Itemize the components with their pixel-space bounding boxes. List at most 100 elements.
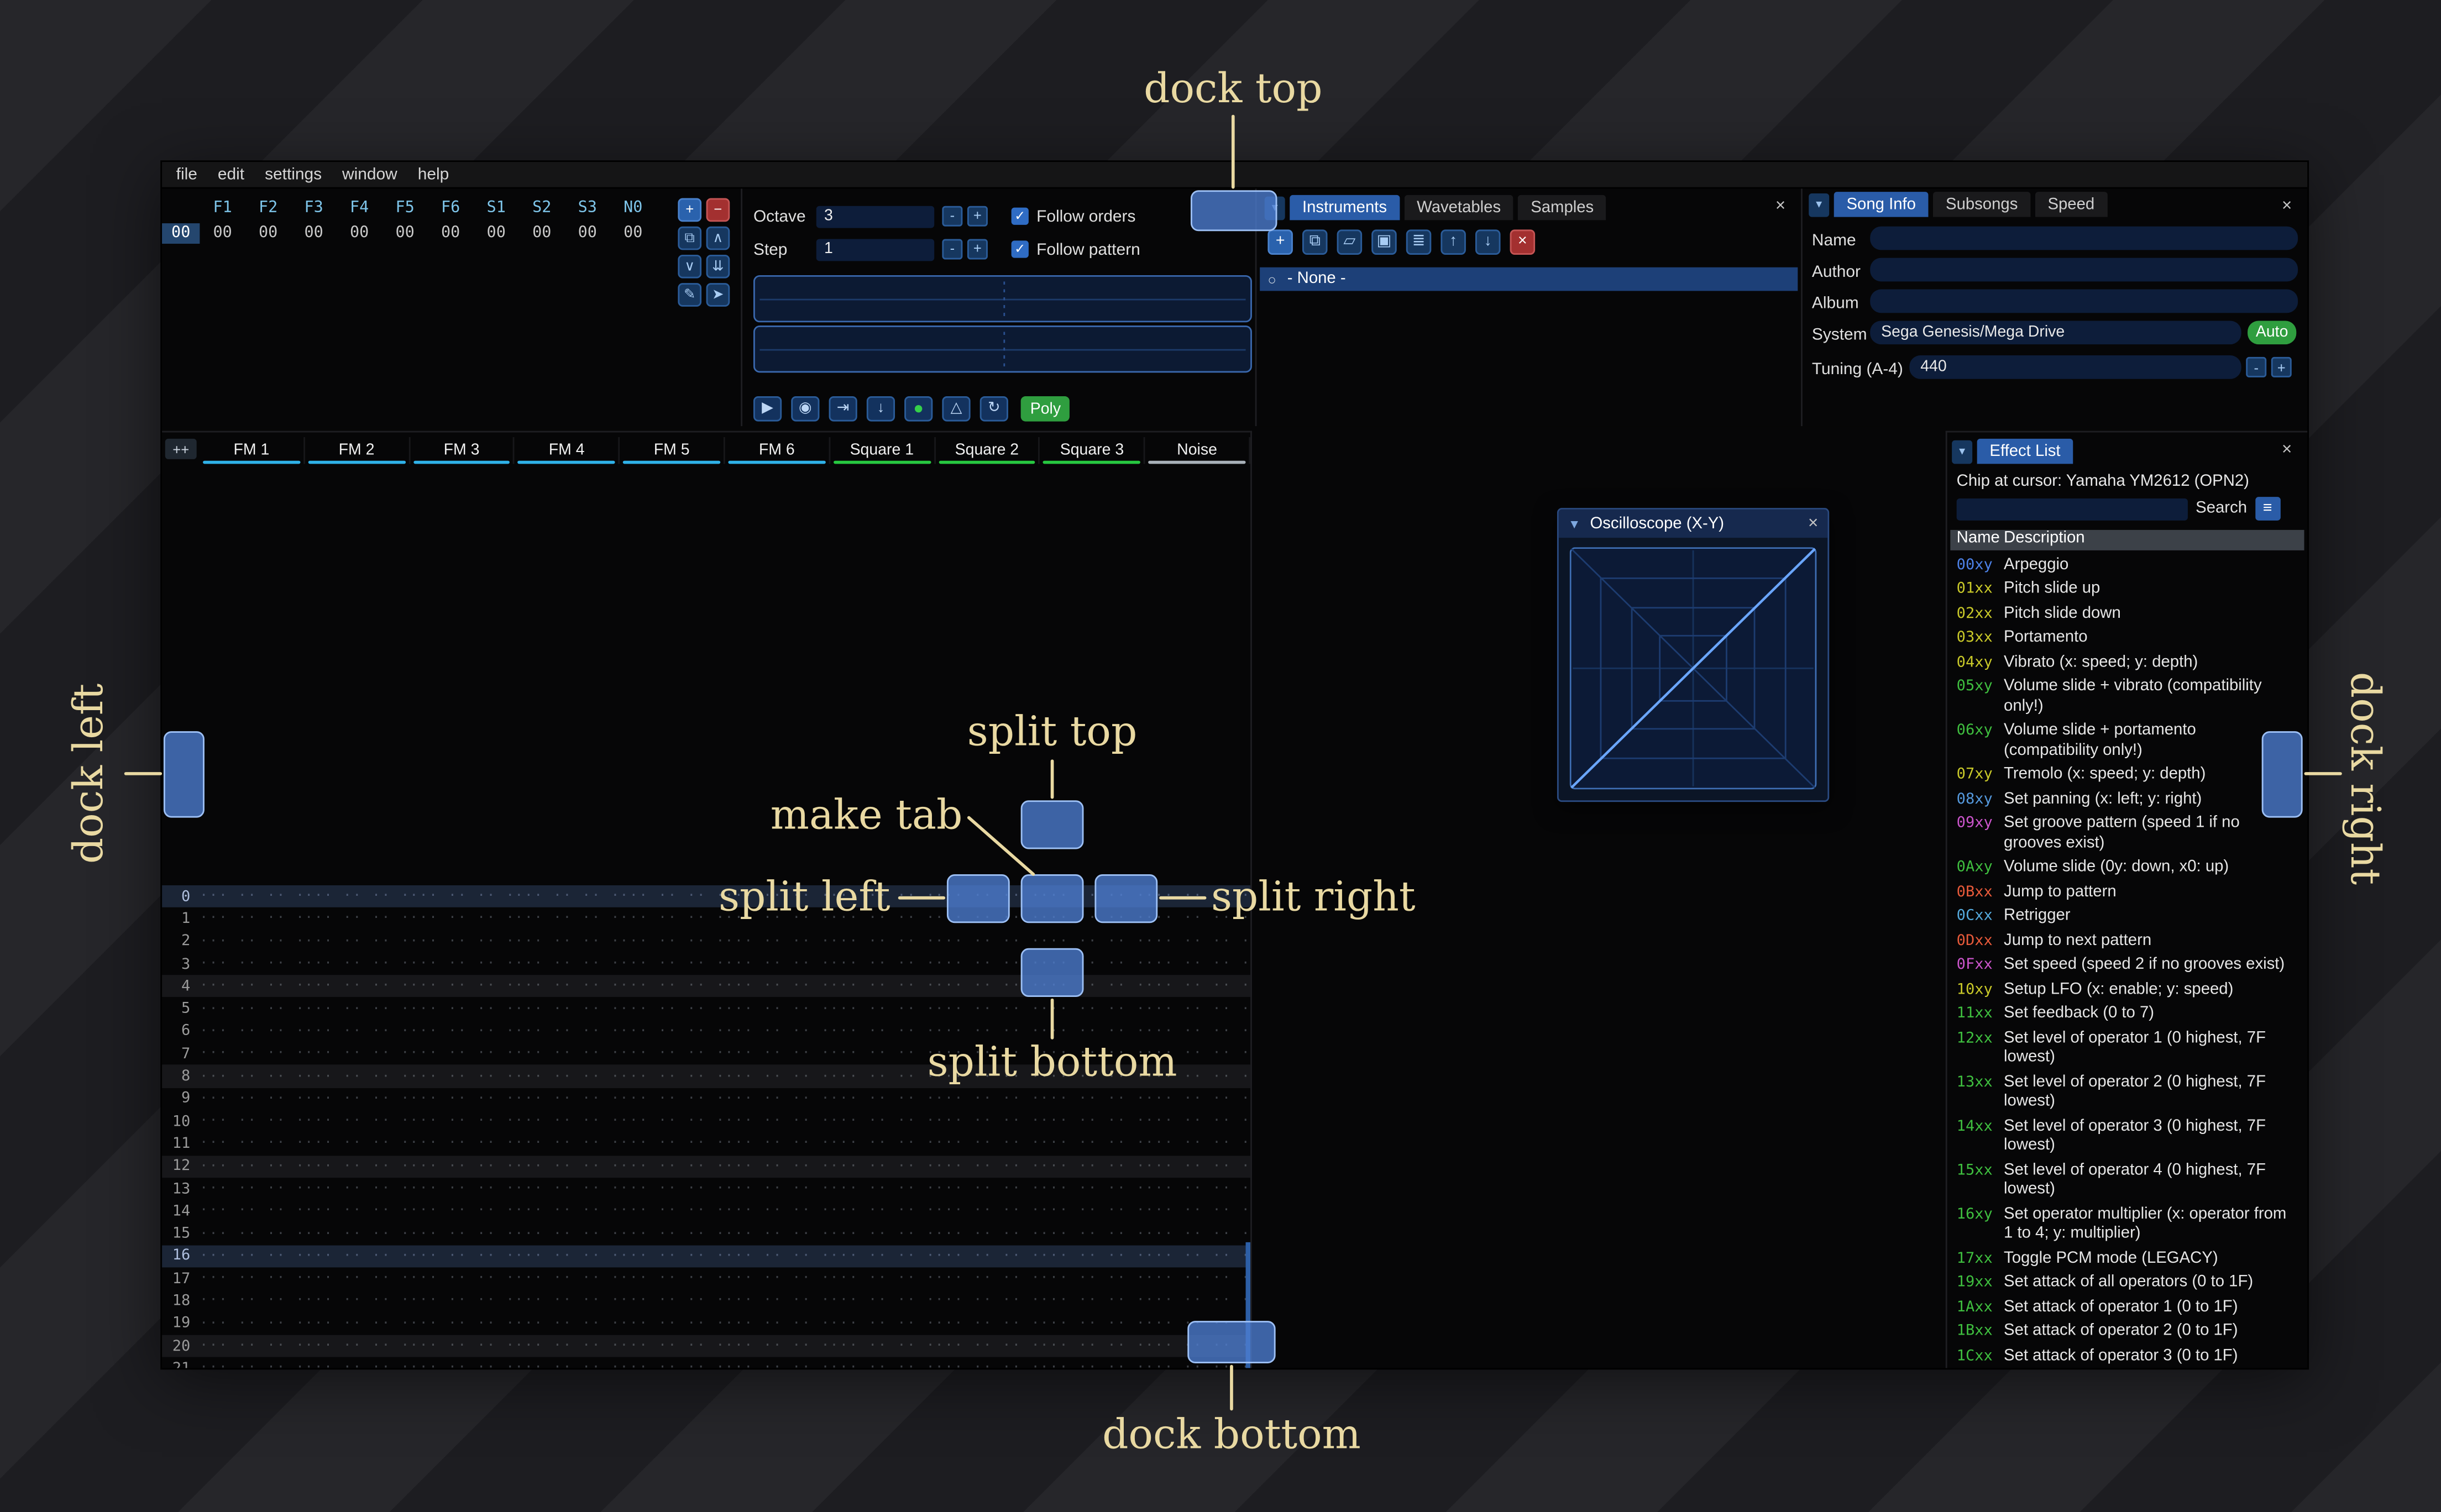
pattern-cell[interactable]: ··· ·· ·· ··· bbox=[620, 933, 725, 949]
pattern-cell[interactable]: ··· ·· ·· ··· bbox=[200, 1361, 305, 1368]
pattern-cell[interactable]: ··· ·· ·· ··· bbox=[830, 956, 935, 972]
pattern-cell[interactable]: ··· ·· ·· ··· bbox=[515, 1091, 620, 1106]
pattern-cell[interactable]: ··· ·· ·· ··· bbox=[305, 1338, 410, 1354]
pattern-cell[interactable]: ··· ·· ·· ··· bbox=[515, 1068, 620, 1084]
pattern-cell[interactable]: ··· ·· ·· ··· bbox=[200, 933, 305, 949]
pattern-cell[interactable]: ··· ·· ·· ··· bbox=[305, 1091, 410, 1106]
pattern-cell[interactable]: ··· ·· ·· ··· bbox=[200, 1181, 305, 1196]
pattern-cell[interactable]: ··· ·· ·· ··· bbox=[830, 1046, 935, 1062]
tuning-increase-button[interactable]: + bbox=[2271, 356, 2292, 377]
pattern-cell[interactable]: ··· ·· ·· ··· bbox=[305, 933, 410, 949]
effect-row[interactable]: 14xx Set level of operator 3 (0 highest, … bbox=[1950, 1115, 2307, 1159]
channel-header[interactable]: FM 4 bbox=[515, 437, 620, 464]
instruments-close-icon[interactable]: × bbox=[1769, 195, 1792, 217]
dock-left-target[interactable] bbox=[163, 731, 205, 818]
pattern-cell[interactable]: ··· ·· ·· ··· bbox=[1145, 1136, 1250, 1152]
instrument-delete-button[interactable]: × bbox=[1510, 229, 1536, 255]
pattern-cell[interactable]: ··· ·· ·· ··· bbox=[515, 1204, 620, 1219]
effect-row[interactable]: 05xy Volume slide + vibrato (compatibilit… bbox=[1950, 675, 2307, 720]
pattern-cell[interactable]: ··· ·· ·· ··· bbox=[515, 911, 620, 927]
pattern-cell[interactable]: ··· ·· ·· ··· bbox=[725, 1248, 830, 1264]
pattern-cell[interactable]: ··· ·· ·· ··· bbox=[830, 1023, 935, 1039]
tab-effect-list[interactable]: Effect List bbox=[1977, 438, 2073, 464]
effect-list-close-icon[interactable]: × bbox=[2276, 439, 2298, 461]
pattern-cell[interactable]: ··· ·· ·· ··· bbox=[620, 1046, 725, 1062]
pattern-row[interactable]: 11 ··· ·· ·· · ··· ·· ·· · · ·· ·· ·· · · ·· ··… bbox=[162, 1132, 1250, 1155]
pattern-cell[interactable]: ··· ·· ·· ··· bbox=[410, 1293, 515, 1309]
pattern-cell[interactable]: ··· ·· ·· ··· bbox=[305, 911, 410, 927]
pattern-cell[interactable]: ··· ·· ·· ··· bbox=[620, 911, 725, 927]
pattern-cell[interactable]: ··· ·· ·· ··· bbox=[1040, 1271, 1145, 1287]
pattern-cell[interactable]: ··· ·· ·· ··· bbox=[515, 1271, 620, 1287]
pattern-cell[interactable]: ··· ·· ·· ··· bbox=[1040, 1114, 1145, 1129]
pattern-cell[interactable]: ··· ·· ·· ··· bbox=[935, 1226, 1040, 1241]
pattern-cell[interactable]: ··· ·· ·· ··· bbox=[935, 933, 1040, 949]
pattern-cell[interactable]: ··· ·· ·· ··· bbox=[830, 1271, 935, 1287]
effect-search-input[interactable] bbox=[1956, 497, 2188, 520]
pattern-cell[interactable]: ··· ·· ·· ··· bbox=[515, 1293, 620, 1309]
orders-cell[interactable]: 00 bbox=[519, 223, 565, 244]
pattern-cell[interactable]: ··· ·· ·· ··· bbox=[515, 1023, 620, 1039]
pattern-cell[interactable]: ··· ·· ·· ··· bbox=[725, 1158, 830, 1174]
pattern-row[interactable]: 13 ··· ·· ·· · ··· ·· ·· · · ·· ·· ·· · · ·· ··… bbox=[162, 1178, 1250, 1200]
instrument-move-down-button[interactable]: ↓ bbox=[1475, 229, 1501, 255]
name-column-header[interactable]: Name bbox=[1950, 531, 2004, 550]
pattern-cell[interactable]: ··· ·· ·· ··· bbox=[515, 1001, 620, 1016]
effect-row[interactable]: 16xy Set operator multiplier (x: operator… bbox=[1950, 1203, 2307, 1247]
pattern-cell[interactable]: ··· ·· ·· ··· bbox=[200, 979, 305, 994]
instrument-list-item[interactable]: ○ - None - bbox=[1260, 267, 1798, 291]
pattern-cell[interactable]: ··· ·· ·· ··· bbox=[935, 1023, 1040, 1039]
pattern-cell[interactable]: ··· ·· ·· ··· bbox=[305, 1158, 410, 1174]
pattern-cell[interactable]: ··· ·· ·· ··· bbox=[935, 1271, 1040, 1287]
channel-header[interactable]: FM 6 bbox=[725, 437, 830, 464]
orders-deep-clone-button[interactable]: ✎ bbox=[678, 283, 702, 307]
pattern-cell[interactable]: ··· ·· ·· ··· bbox=[620, 1271, 725, 1287]
effect-row[interactable]: 04xy Vibrato (x: speed; y: depth) bbox=[1950, 651, 2307, 675]
instrument-duplicate-button[interactable]: ⧉ bbox=[1302, 229, 1328, 255]
pattern-cell[interactable]: ··· ·· ·· ··· bbox=[200, 1316, 305, 1331]
pattern-cell[interactable]: ··· ·· ·· ··· bbox=[1040, 1293, 1145, 1309]
orders-cell[interactable]: 00 bbox=[291, 223, 337, 244]
pattern-cell[interactable]: ··· ·· ·· ··· bbox=[410, 889, 515, 904]
octave-increase-button[interactable]: + bbox=[967, 206, 988, 227]
pattern-cell[interactable]: ··· ·· ·· ··· bbox=[305, 979, 410, 994]
pattern-cell[interactable]: ··· ·· ·· ··· bbox=[1040, 1136, 1145, 1152]
orders-cell[interactable]: 00 bbox=[473, 223, 519, 244]
pattern-cell[interactable]: ··· ·· ·· ··· bbox=[515, 956, 620, 972]
pattern-cell[interactable]: ··· ·· ·· ··· bbox=[200, 1068, 305, 1084]
pattern-cell[interactable]: ··· ·· ·· ··· bbox=[515, 1181, 620, 1196]
tab-song-info[interactable]: Song Info bbox=[1834, 192, 1929, 217]
oscilloscope-titlebar[interactable]: ▼ Oscilloscope (X-Y) × bbox=[1558, 509, 1828, 538]
pattern-cell[interactable]: ··· ·· ·· ··· bbox=[830, 1204, 935, 1219]
pattern-cell[interactable]: ··· ·· ·· ··· bbox=[1145, 1293, 1250, 1309]
step-increase-button[interactable]: + bbox=[967, 239, 988, 260]
pattern-cell[interactable]: ··· ·· ·· ··· bbox=[410, 911, 515, 927]
pattern-cell[interactable]: ··· ·· ·· ··· bbox=[200, 1023, 305, 1039]
step-decrease-button[interactable]: - bbox=[942, 239, 963, 260]
pattern-cell[interactable]: ··· ·· ·· ··· bbox=[305, 1293, 410, 1309]
pattern-cell[interactable]: ··· ·· ·· ··· bbox=[410, 1091, 515, 1106]
pattern-cell[interactable]: ··· ·· ·· ··· bbox=[410, 1338, 515, 1354]
tab-list-dropdown-icon[interactable]: ▼ bbox=[1952, 440, 1973, 464]
pattern-cell[interactable]: ··· ·· ·· ··· bbox=[515, 979, 620, 994]
description-column-header[interactable]: Description bbox=[2004, 531, 2304, 550]
pattern-cell[interactable]: ··· ·· ·· ··· bbox=[620, 1181, 725, 1196]
effect-row[interactable]: 1Axx Set attack of operator 1 (0 to 1F) bbox=[1950, 1296, 2307, 1320]
pattern-cell[interactable]: ··· ·· ·· ··· bbox=[830, 1316, 935, 1331]
instrument-organize-button[interactable]: ≣ bbox=[1406, 229, 1432, 255]
pattern-cell[interactable]: ··· ·· ·· ··· bbox=[305, 1271, 410, 1287]
pattern-cell[interactable]: ··· ·· ·· ··· bbox=[620, 979, 725, 994]
expand-button[interactable]: ++ bbox=[165, 438, 197, 459]
pattern-row[interactable]: 12 ··· ·· ·· · ··· ·· ·· · · ·· ·· ·· · · ·· ··… bbox=[162, 1155, 1251, 1178]
pattern-cell[interactable]: ··· ·· ·· ··· bbox=[200, 889, 305, 904]
pattern-cell[interactable]: ··· ·· ·· ··· bbox=[305, 1361, 410, 1368]
collapse-icon[interactable]: ▼ bbox=[1568, 517, 1581, 531]
effect-row[interactable]: 01xx Pitch slide up bbox=[1950, 578, 2307, 602]
split-top-target[interactable] bbox=[1020, 800, 1084, 849]
pattern-cell[interactable]: ··· ·· ·· ··· bbox=[1040, 1226, 1145, 1241]
pattern-cell[interactable]: ··· ·· ·· ··· bbox=[725, 1226, 830, 1241]
pattern-cell[interactable]: ··· ·· ·· ··· bbox=[305, 1068, 410, 1084]
pattern-cell[interactable]: ··· ·· ·· ··· bbox=[200, 911, 305, 927]
pattern-cell[interactable]: ··· ·· ·· ··· bbox=[935, 1248, 1040, 1264]
pattern-cell[interactable]: ··· ·· ·· ··· bbox=[410, 1068, 515, 1084]
